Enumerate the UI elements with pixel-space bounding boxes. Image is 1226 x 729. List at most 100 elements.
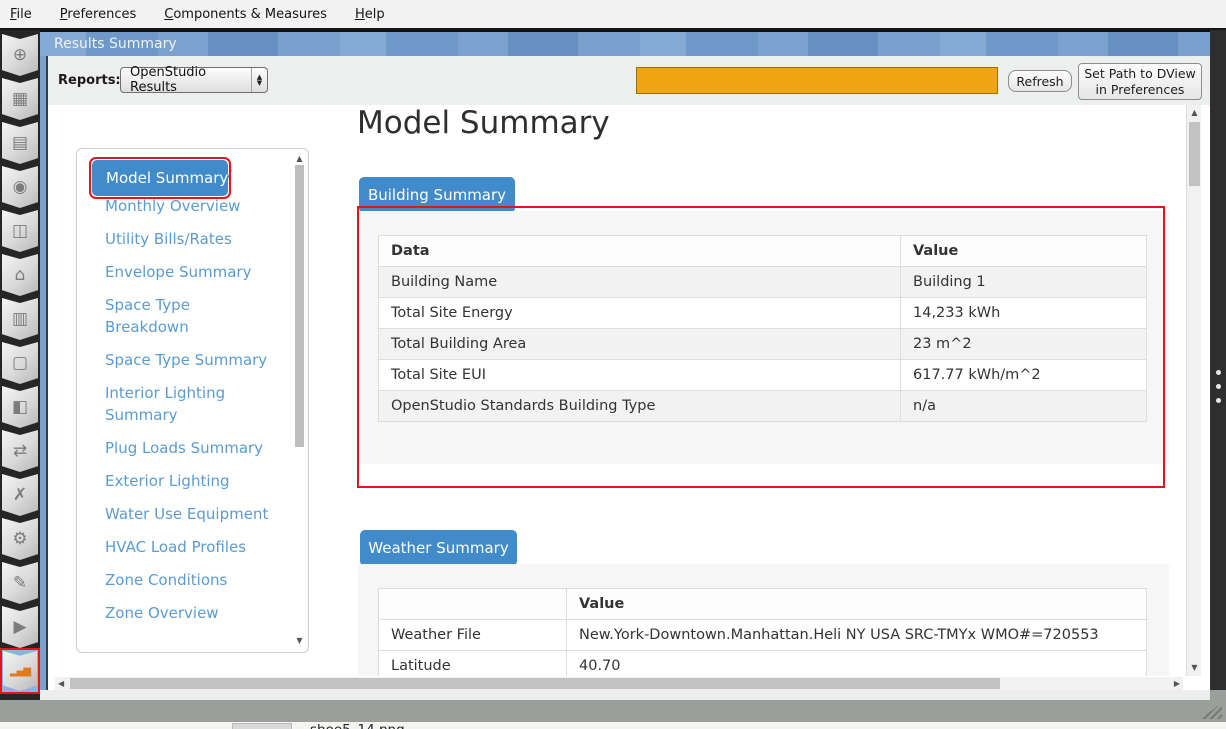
gear-icon: ⚙ xyxy=(2,518,38,560)
content-horizontal-scrollbar[interactable]: ◀ ▶ xyxy=(55,677,1183,690)
nav-item-zone-overview[interactable]: Zone Overview xyxy=(89,597,282,630)
desktop-band xyxy=(0,700,1226,722)
menu-help[interactable]: Help xyxy=(355,7,385,22)
nav-item-space-type-summary[interactable]: Space Type Summary xyxy=(89,344,282,377)
scroll-up-icon[interactable]: ▲ xyxy=(294,154,305,163)
sidebar-tab-thermal-zones[interactable]: ◧ xyxy=(0,386,40,428)
content-vertical-scrollbar[interactable]: ▲ ▼ xyxy=(1186,105,1201,676)
page-title: Model Summary xyxy=(357,105,610,141)
grip-dot xyxy=(1216,398,1221,403)
window-bottom-edge xyxy=(40,690,1210,700)
bricks-icon: ▤ xyxy=(2,122,38,164)
floorplan-icon: ⌂ xyxy=(2,254,38,296)
scroll-down-icon[interactable]: ▼ xyxy=(1187,663,1202,672)
menu-bar: File Preferences Components & Measures H… xyxy=(0,0,1226,30)
scroll-right-icon[interactable]: ▶ xyxy=(1174,677,1180,690)
sidebar-tab-hvac-systems[interactable]: ⇄ xyxy=(0,430,40,472)
outlet-icon: ◉ xyxy=(2,166,38,208)
reports-toolbar: Reports: OpenStudio Results ▲▼ Refresh S… xyxy=(48,56,1210,105)
nav-item-exterior-lighting[interactable]: Exterior Lighting xyxy=(89,465,282,498)
menu-preferences[interactable]: Preferences xyxy=(60,7,136,22)
window-title: Results Summary xyxy=(54,36,177,52)
cell-label: Latitude xyxy=(379,651,567,677)
sidebar-tab-facility[interactable]: ▥ xyxy=(0,298,40,340)
grip-dot xyxy=(1216,384,1221,389)
nav-item-space-type-breakdown[interactable]: Space Type Breakdown xyxy=(89,289,282,344)
box-icon: ▢ xyxy=(2,342,38,384)
nav-item-water-use-equipment[interactable]: Water Use Equipment xyxy=(89,498,282,531)
report-nav-panel: Model Summary Annual Overview Monthly Ov… xyxy=(76,148,309,653)
content-scrollbar-thumb[interactable] xyxy=(1189,122,1200,186)
sidebar-tab-measures[interactable]: ⚙ xyxy=(0,518,40,560)
set-path-to-dview-button[interactable]: Set Path to DView in Preferences xyxy=(1078,63,1202,100)
cell-label: Total Building Area xyxy=(379,329,901,360)
column-header-data: Data xyxy=(379,236,901,267)
play-icon: ▶ xyxy=(2,606,38,648)
cell-value: Building 1 xyxy=(901,267,1147,298)
script-icon: ✎ xyxy=(2,562,38,604)
menu-components-measures[interactable]: Components & Measures xyxy=(164,7,327,22)
reports-label: Reports: xyxy=(58,73,121,88)
sidebar-tab-constructions[interactable]: ▤ xyxy=(0,122,40,164)
sidebar-tab-schedules[interactable]: ▦ xyxy=(0,78,40,120)
right-panel-edge xyxy=(1210,30,1226,690)
menu-file[interactable]: File xyxy=(10,7,32,22)
nav-item-utility-bills-rates[interactable]: Utility Bills/Rates xyxy=(89,223,282,256)
refresh-button[interactable]: Refresh xyxy=(1008,70,1072,92)
table-row: Building Name Building 1 xyxy=(379,267,1147,298)
building-icon: ▥ xyxy=(2,298,38,340)
cell-label: Total Site EUI xyxy=(379,360,901,391)
tab-weather-summary[interactable]: Weather Summary xyxy=(360,530,517,566)
sidebar-tab-spaces[interactable]: ▢ xyxy=(0,342,40,384)
column-header-value: Value xyxy=(901,236,1147,267)
reports-dropdown[interactable]: OpenStudio Results ▲▼ xyxy=(120,67,268,93)
cell-label: Total Site Energy xyxy=(379,298,901,329)
cell-value: 23 m^2 xyxy=(901,329,1147,360)
nav-item-model-summary[interactable]: Model Summary xyxy=(92,160,228,196)
globe-icon: ⊕ xyxy=(2,34,38,76)
sidebar-tab-scripts[interactable]: ✎ xyxy=(0,562,40,604)
screen: File Preferences Components & Measures H… xyxy=(0,0,1226,729)
table-row: Total Site EUI 617.77 kWh/m^2 xyxy=(379,360,1147,391)
bar-chart-icon: ▂▄▆ xyxy=(3,651,37,691)
background-window-strip: shoe5_14.png xyxy=(0,722,1226,729)
nav-item-zone-conditions[interactable]: Zone Conditions xyxy=(89,564,282,597)
table-row: Latitude 40.70 xyxy=(379,651,1147,677)
column-header-value: Value xyxy=(567,589,1147,620)
resize-grip-icon[interactable] xyxy=(1200,703,1222,719)
cell-value: New.York-Downtown.Manhattan.Heli NY USA … xyxy=(567,620,1147,651)
sidebar-tab-run-simulation[interactable]: ▶ xyxy=(0,606,40,648)
nav-item-plug-loads-summary[interactable]: Plug Loads Summary xyxy=(89,432,282,465)
calendar-icon: ▦ xyxy=(2,78,38,120)
nav-scrollbar[interactable]: ▲ ▼ xyxy=(294,152,305,647)
sidebar-tab-site[interactable]: ⊕ xyxy=(0,34,40,76)
cell-label: Building Name xyxy=(379,267,901,298)
loop-arrows-icon: ⇄ xyxy=(2,430,38,472)
sidebar-tab-loads[interactable]: ◉ xyxy=(0,166,40,208)
window-titlebar[interactable]: Results Summary xyxy=(40,30,1210,56)
scroll-down-icon[interactable]: ▼ xyxy=(294,636,305,645)
sidebar-tab-space-types[interactable]: ◫ xyxy=(0,210,40,252)
weather-summary-table: Value Weather File New.York-Downtown.Man… xyxy=(378,588,1147,676)
background-filename[interactable]: shoe5_14.png xyxy=(310,722,405,729)
table-row: Total Site Energy 14,233 kWh xyxy=(379,298,1147,329)
spinner-arrows-icon[interactable]: ▲▼ xyxy=(251,68,267,92)
sidebar-tab-geometry[interactable]: ⌂ xyxy=(0,254,40,296)
nav-item-interior-lighting-summary[interactable]: Interior Lighting Summary xyxy=(89,377,282,432)
sidebar-tab-output-variables[interactable]: ✗ xyxy=(0,474,40,516)
cell-value: 40.70 xyxy=(567,651,1147,677)
table-row: Weather File New.York-Downtown.Manhattan… xyxy=(379,620,1147,651)
scroll-up-icon[interactable]: ▲ xyxy=(1187,108,1202,117)
progress-bar xyxy=(636,67,998,94)
nav-scrollbar-thumb[interactable] xyxy=(295,165,304,447)
cell-label: OpenStudio Standards Building Type xyxy=(379,391,901,422)
grip-dot xyxy=(1216,370,1221,375)
x-icon: ✗ xyxy=(2,474,38,516)
nav-item-envelope-summary[interactable]: Envelope Summary xyxy=(89,256,282,289)
horizontal-scrollbar-thumb[interactable] xyxy=(70,678,1000,689)
file-icon xyxy=(232,723,292,729)
sidebar-tab-results-summary[interactable]: ▂▄▆ xyxy=(0,648,40,694)
nav-item-hvac-load-profiles[interactable]: HVAC Load Profiles xyxy=(89,531,282,564)
cube-icon: ◫ xyxy=(2,210,38,252)
scroll-left-icon[interactable]: ◀ xyxy=(58,677,64,690)
